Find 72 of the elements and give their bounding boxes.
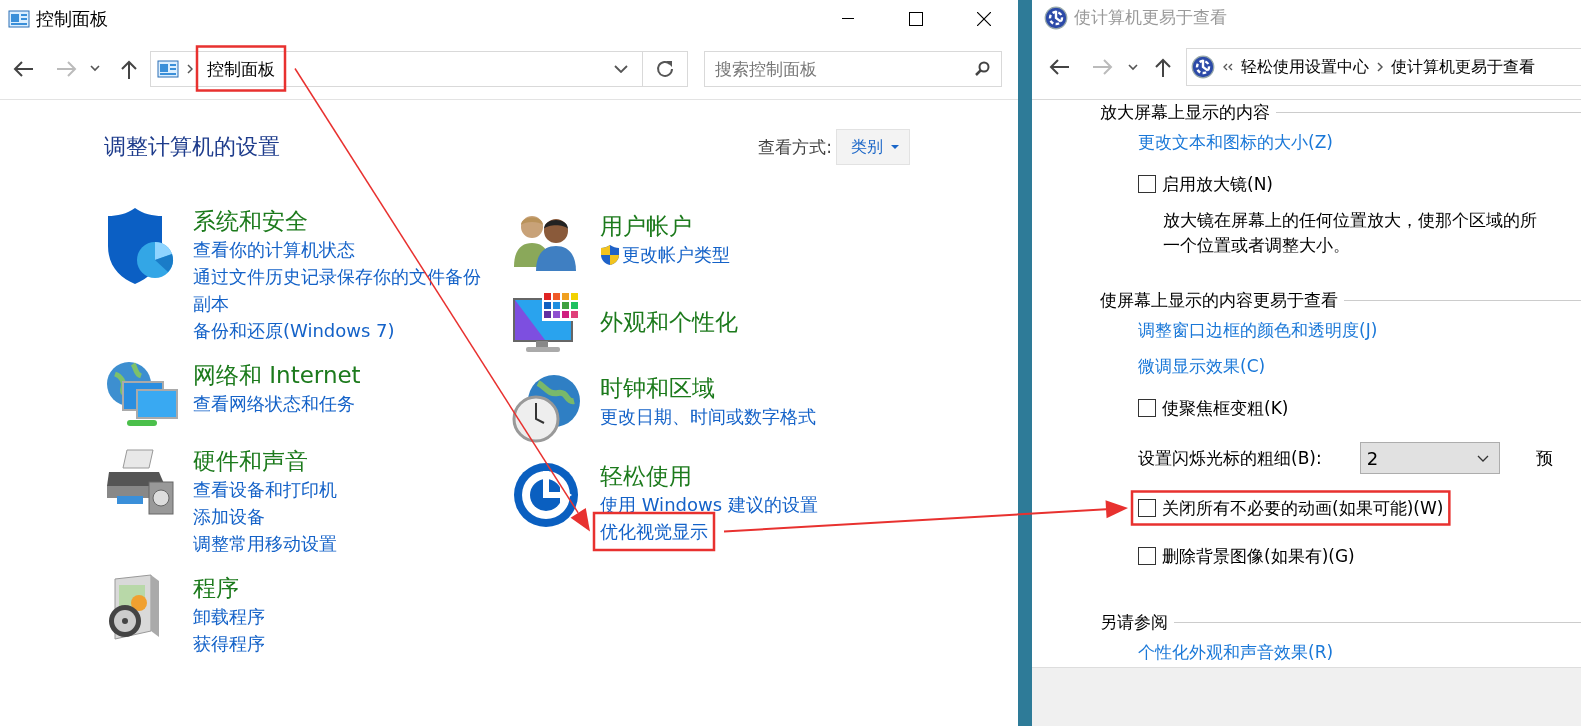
recent-pages-icon[interactable] (1128, 63, 1138, 71)
link[interactable]: 备份和还原(Windows 7) (193, 317, 395, 344)
link[interactable]: 微调显示效果(C) (1138, 354, 1266, 378)
link[interactable]: 更改日期、时间或数字格式 (600, 403, 816, 430)
category-link[interactable]: 硬件和声音 (193, 446, 512, 476)
ease-of-access-icon (1191, 55, 1215, 79)
chevron-right-icon (187, 63, 193, 74)
recent-pages-icon[interactable] (90, 65, 100, 72)
section-heading: 放大屏幕上显示的内容 (1100, 100, 1270, 124)
dropdown-icon (891, 145, 899, 149)
back-icon[interactable] (12, 59, 34, 78)
search-icon[interactable] (974, 60, 990, 77)
clock-globe-icon (512, 373, 582, 443)
category-link[interactable]: 网络和 Internet (193, 360, 512, 390)
category-link[interactable]: 用户帐户 (600, 211, 818, 241)
chevron-down-icon (1476, 454, 1489, 462)
link[interactable]: 获得程序 (193, 630, 265, 657)
category-link[interactable]: 轻松使用 (600, 461, 818, 491)
description-text: 一个位置或者调整大小。 (1163, 234, 1350, 257)
address-bar[interactable]: 控制面板 (150, 50, 688, 87)
checkbox[interactable]: 删除背景图像(如果有)(G) (1138, 544, 1355, 568)
category-link[interactable]: 外观和个性化 (600, 307, 818, 337)
search-field[interactable]: 搜索控制面板 (704, 50, 1002, 87)
address-text[interactable]: 控制面板 (203, 51, 279, 86)
link[interactable]: 通过文件历史记录保存你的文件备份副本 (193, 263, 493, 317)
back-icon[interactable] (1048, 58, 1070, 76)
maximize-icon[interactable] (909, 12, 923, 26)
category-link[interactable]: 程序 (193, 573, 512, 603)
double-chevron-left-icon (1223, 63, 1233, 71)
field-label: 设置闪烁光标的粗细(B): (1138, 446, 1322, 470)
link[interactable]: 更改帐户类型 (622, 241, 730, 268)
dropdown-icon[interactable] (614, 64, 628, 73)
up-icon[interactable] (120, 58, 138, 79)
checkbox[interactable]: 启用放大镜(N) (1138, 172, 1273, 196)
link[interactable]: 更改文本和图标的大小(Z) (1138, 130, 1333, 154)
checkbox[interactable]: 关闭所有不必要的动画(如果可能)(W) (1138, 496, 1444, 520)
link[interactable]: 优化视觉显示 (600, 518, 708, 545)
view-by-label: 查看方式: (758, 135, 832, 159)
link[interactable]: 卸载程序 (193, 603, 265, 630)
link[interactable]: 查看你的计算机状态 (193, 236, 355, 263)
link[interactable]: 调整窗口边框的颜色和透明度(J) (1138, 318, 1378, 342)
window-title: 使计算机更易于查看 (1074, 6, 1227, 29)
ease-of-access-icon (512, 461, 580, 529)
link[interactable]: 个性化外观和声音效果(R) (1138, 640, 1334, 664)
section-heading: 使屏幕上显示的内容更易于查看 (1100, 288, 1338, 312)
preview-label: 预 (1535, 446, 1553, 470)
ease-of-access-icon (1044, 5, 1068, 30)
link[interactable]: 查看设备和打印机 (193, 476, 337, 503)
link[interactable]: 查看网络状态和任务 (193, 390, 355, 417)
section-heading: 另请参阅 (1100, 610, 1168, 634)
thickness-dropdown[interactable]: 2 (1359, 442, 1500, 474)
printer-icon (105, 446, 177, 516)
address-bar[interactable]: 轻松使用设置中心 使计算机更易于查看 (1186, 48, 1581, 86)
breadcrumb-item[interactable]: 轻松使用设置中心 (1241, 56, 1369, 78)
description-text: 放大镜在屏幕上的任何位置放大，使那个区域的所 (1163, 209, 1537, 232)
control-panel-icon (157, 59, 179, 78)
up-icon[interactable] (1154, 57, 1172, 77)
control-panel-icon (8, 10, 30, 28)
minimize-icon[interactable] (842, 18, 854, 20)
link[interactable]: 调整常用移动设置 (193, 530, 337, 557)
category-link[interactable]: 时钟和区域 (600, 373, 818, 403)
refresh-icon[interactable] (656, 59, 674, 78)
category-link[interactable]: 系统和安全 (193, 206, 512, 236)
checkbox[interactable]: 使聚焦框变粗(K) (1138, 396, 1289, 420)
window-title: 控制面板 (36, 7, 109, 31)
breadcrumb-item[interactable]: 使计算机更易于查看 (1391, 56, 1535, 78)
page-heading: 调整计算机的设置 (104, 133, 281, 161)
link[interactable]: 添加设备 (193, 503, 265, 530)
view-by-dropdown[interactable]: 类别 (836, 129, 910, 165)
close-icon[interactable] (977, 12, 991, 26)
chevron-right-icon (1377, 62, 1383, 72)
shield-icon (600, 243, 620, 266)
